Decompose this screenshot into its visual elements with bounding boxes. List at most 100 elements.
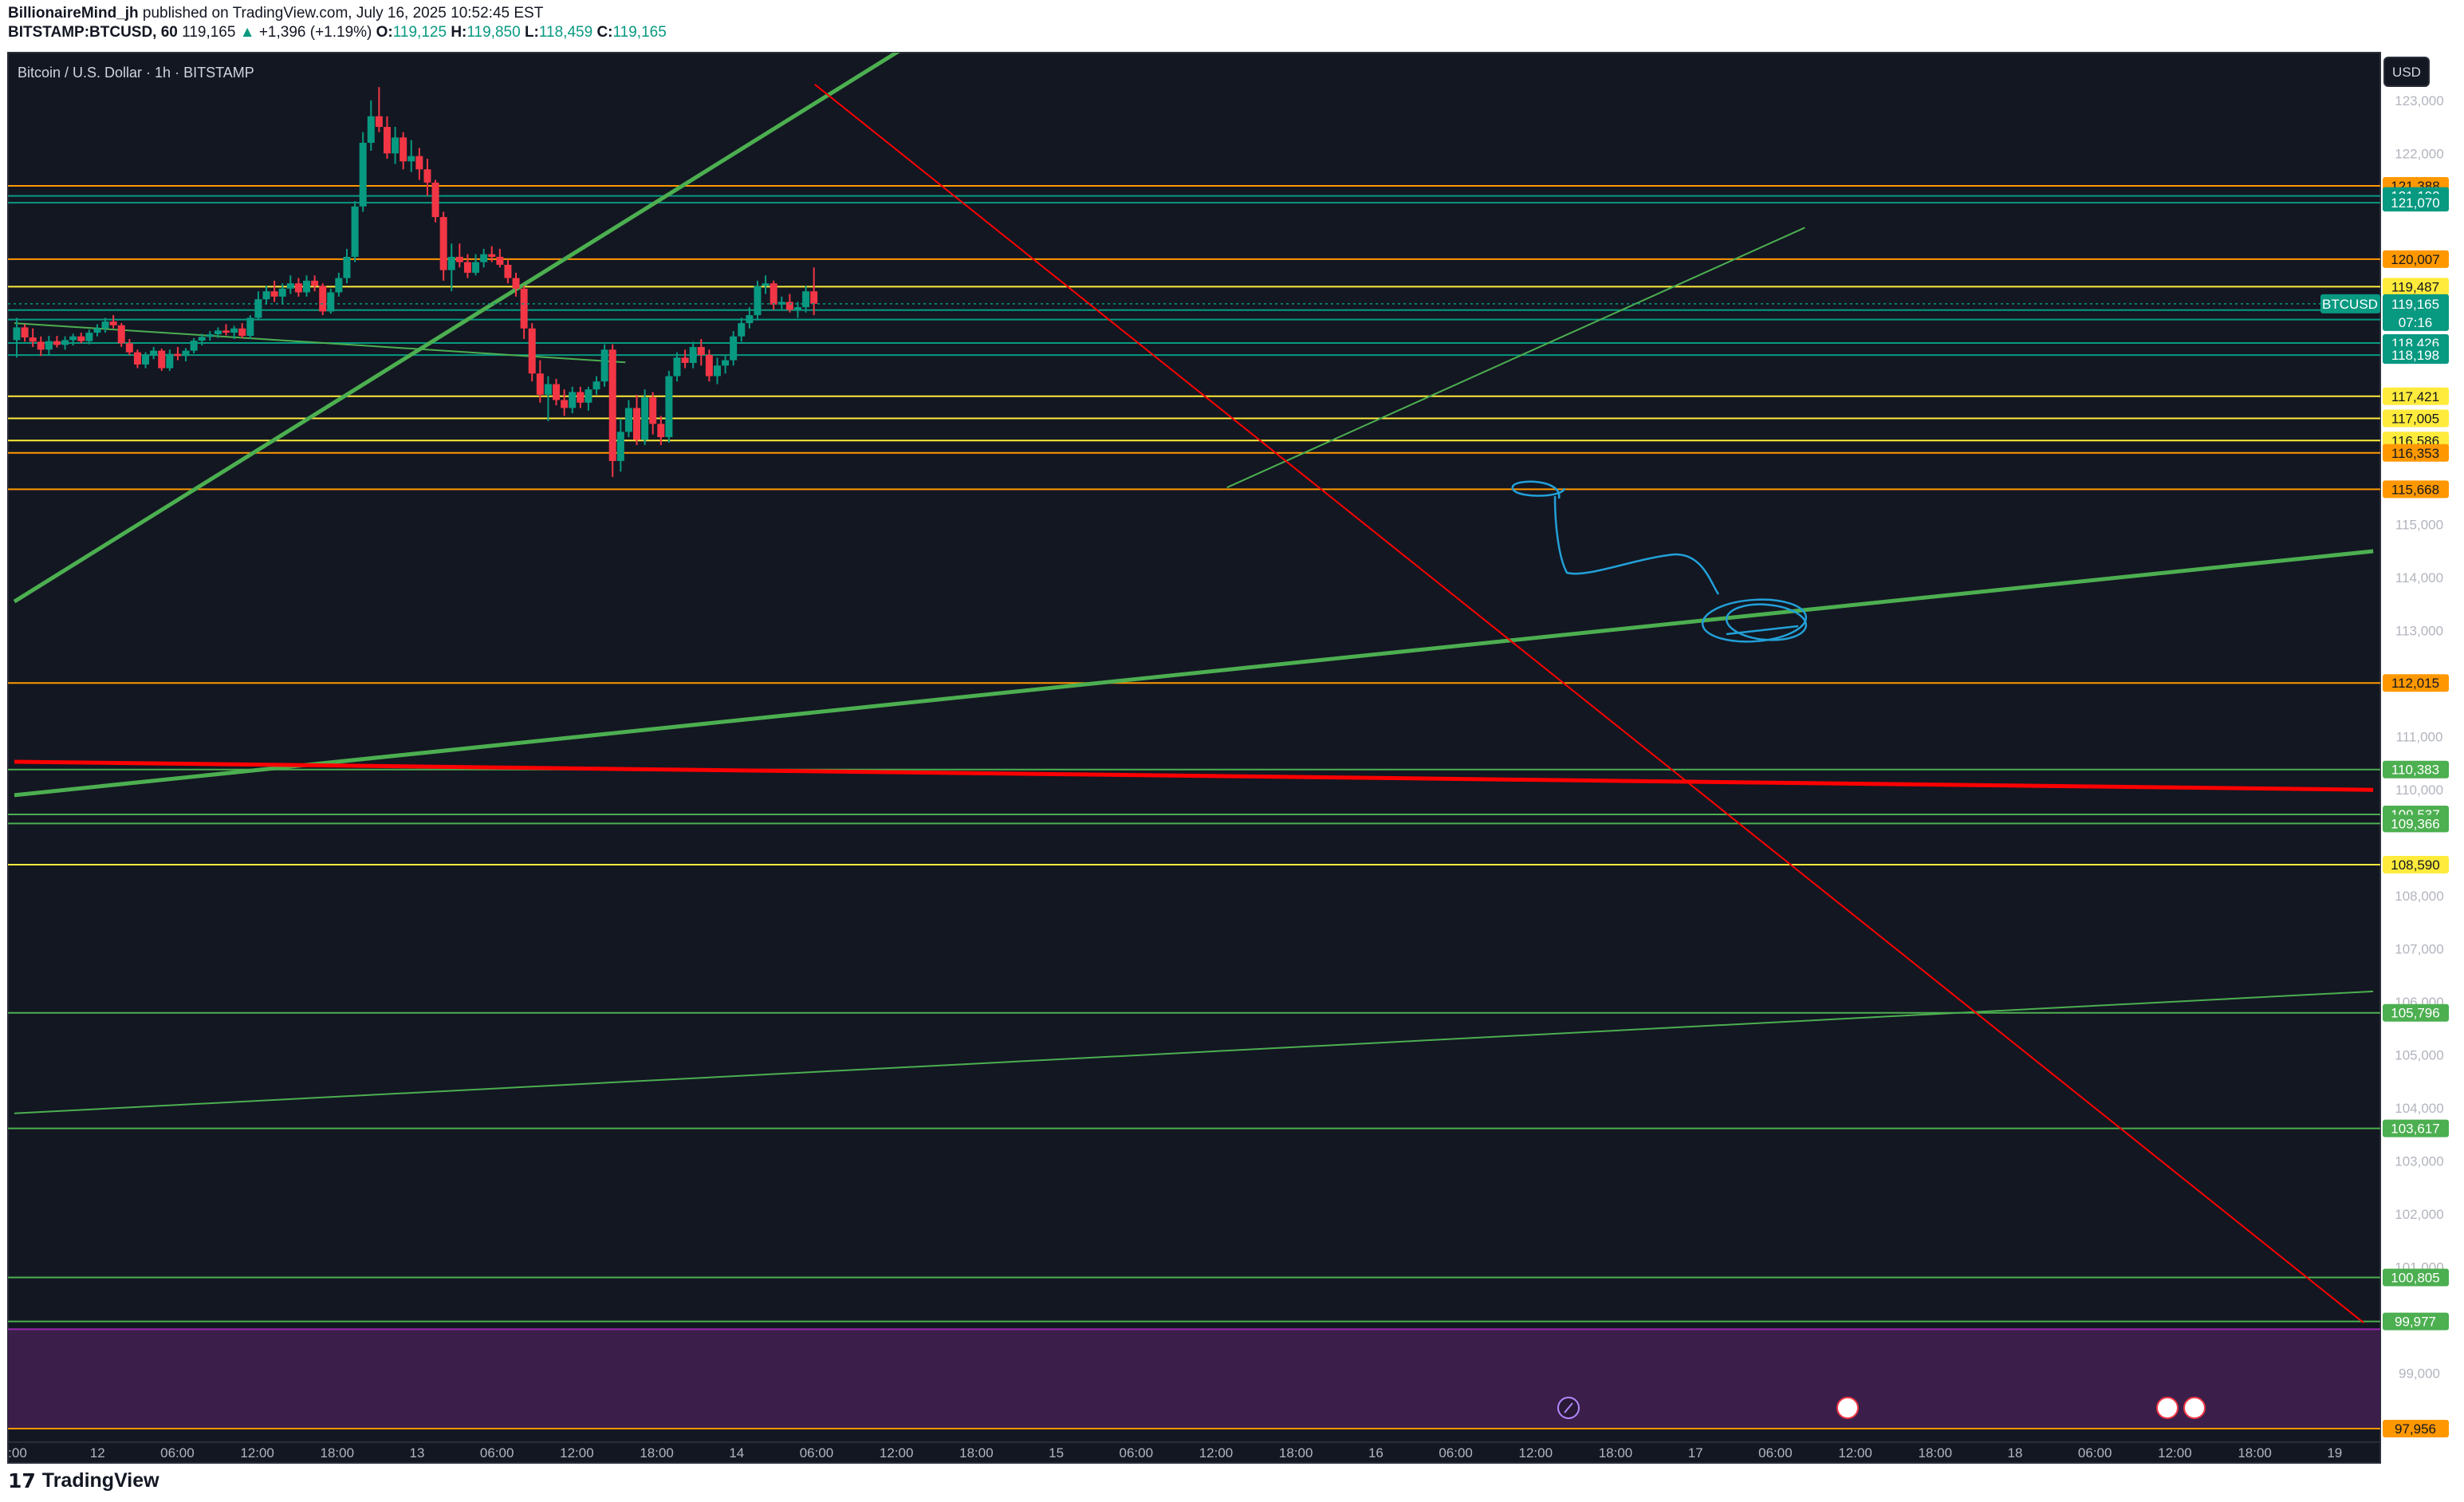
- candle-body: [657, 424, 665, 438]
- price-label-text: 115,668: [2391, 482, 2439, 497]
- candle-body: [117, 325, 125, 344]
- candle-body: [93, 328, 101, 333]
- candle: [754, 280, 762, 321]
- price-level-label: 110,383: [2383, 760, 2449, 779]
- time-axis-tick: 19: [2327, 1445, 2342, 1461]
- candle-body: [746, 315, 754, 324]
- candle-body: [455, 256, 463, 262]
- candle-body: [150, 350, 158, 355]
- symbol-tag-text: BTCUSD: [2322, 297, 2378, 312]
- currency-button[interactable]: USD: [2383, 57, 2430, 87]
- time-axis-tick: 16: [1368, 1445, 1384, 1461]
- time-axis-tick: 18:00: [321, 1445, 355, 1461]
- tradingview-brand: TradingView: [41, 1468, 159, 1492]
- price-level-label: 116,353: [2383, 444, 2449, 462]
- candle-body: [423, 169, 431, 183]
- price-axis-tick: 103,000: [2395, 1154, 2443, 1169]
- countdown-timer: 07:16: [2399, 315, 2433, 330]
- price-label-text: 116,353: [2391, 446, 2439, 461]
- candle-body: [722, 360, 730, 366]
- candle-body: [61, 340, 69, 345]
- candle-body: [585, 389, 592, 403]
- candle: [246, 315, 254, 340]
- us-flag-icon[interactable]: [1836, 1397, 1859, 1419]
- candle-body: [246, 317, 254, 337]
- candle-body: [335, 278, 343, 293]
- candle: [608, 344, 616, 477]
- candle-body: [254, 299, 262, 318]
- price-level-label: 119,487: [2383, 278, 2449, 296]
- time-axis-tick: 06:00: [2078, 1445, 2112, 1461]
- candle-body: [536, 373, 544, 395]
- time-axis-tick: 12:00: [1519, 1445, 1553, 1461]
- time-axis-tick: 12:00: [1838, 1445, 1872, 1461]
- price-label-text: 112,015: [2391, 676, 2439, 691]
- candle-body: [359, 143, 367, 207]
- candle: [327, 288, 335, 314]
- price-level-label: 105,796: [2383, 1003, 2449, 1022]
- zone-rect: [8, 1329, 2380, 1429]
- time-axis-tick: 18:00: [1919, 1445, 1953, 1461]
- price-level-label: 109,366: [2383, 814, 2449, 833]
- candle-body: [383, 127, 391, 154]
- us-flag-icon[interactable]: [2183, 1397, 2206, 1419]
- candle-body: [810, 291, 818, 304]
- price-label-text: 117,421: [2391, 389, 2439, 404]
- candle-body: [392, 137, 400, 154]
- candle-body: [21, 327, 29, 338]
- candle-body: [77, 336, 85, 341]
- candle-body: [327, 292, 335, 312]
- candle-body: [294, 283, 302, 293]
- price-level-label: 100,805: [2383, 1268, 2449, 1287]
- candle-body: [520, 288, 528, 329]
- time-axis-tick: 12: [90, 1445, 105, 1461]
- candle-body: [190, 341, 198, 351]
- time-axis-tick: 06:00: [1439, 1445, 1473, 1461]
- candle-body: [496, 256, 504, 265]
- time-axis-tick: 18:00: [640, 1445, 674, 1461]
- time-axis-tick: 12:00: [240, 1445, 274, 1461]
- candle-body: [125, 343, 133, 353]
- price-axis-tick: 113,000: [2395, 624, 2443, 639]
- candle-body: [431, 182, 439, 218]
- candle: [351, 201, 359, 262]
- candle-body: [569, 392, 577, 408]
- candle-body: [270, 291, 278, 297]
- us-flag-icon[interactable]: [2156, 1397, 2179, 1419]
- candle: [359, 132, 367, 212]
- candle-body: [400, 137, 407, 162]
- candle-body: [641, 397, 649, 440]
- candle-body: [343, 256, 351, 278]
- candle-body: [512, 278, 520, 289]
- price-chart[interactable]: 123,000 122,000 115,000 114,000 113,000 111,0…: [0, 0, 2464, 1502]
- time-axis-tick: 15: [1049, 1445, 1064, 1461]
- candle-body: [544, 384, 552, 395]
- price-label-text: 109,366: [2391, 816, 2439, 831]
- price-label-text: 110,383: [2391, 763, 2439, 778]
- candle-body: [85, 333, 93, 341]
- time-axis-tick: 18:00: [1599, 1445, 1633, 1461]
- price-axis-tick: 111,000: [2396, 730, 2443, 745]
- time-axis-tick: 06:00: [800, 1445, 834, 1461]
- price-label-text: 105,796: [2391, 1006, 2439, 1021]
- candle-body: [730, 336, 738, 361]
- candle-body: [600, 349, 608, 382]
- candle-body: [109, 321, 117, 325]
- candle-body: [182, 350, 190, 357]
- candle: [319, 283, 327, 316]
- candle: [158, 349, 166, 371]
- candle-body: [45, 341, 53, 350]
- candle-body: [608, 349, 616, 461]
- price-label-text: 121,070: [2391, 195, 2439, 211]
- candle-body: [488, 254, 496, 257]
- candle: [641, 389, 649, 446]
- price-axis-tick: 99,000: [2399, 1366, 2440, 1382]
- footer-branding: 17 TradingView: [8, 1466, 159, 1495]
- candle-body: [762, 283, 770, 286]
- time-axis-tick: 12:00: [880, 1445, 914, 1461]
- candle-body: [624, 408, 632, 432]
- candle-body: [302, 280, 310, 293]
- price-axis-tick: 122,000: [2395, 146, 2443, 161]
- time-axis-tick: 18:00: [959, 1445, 994, 1461]
- time-axis-tick: :00: [8, 1445, 27, 1461]
